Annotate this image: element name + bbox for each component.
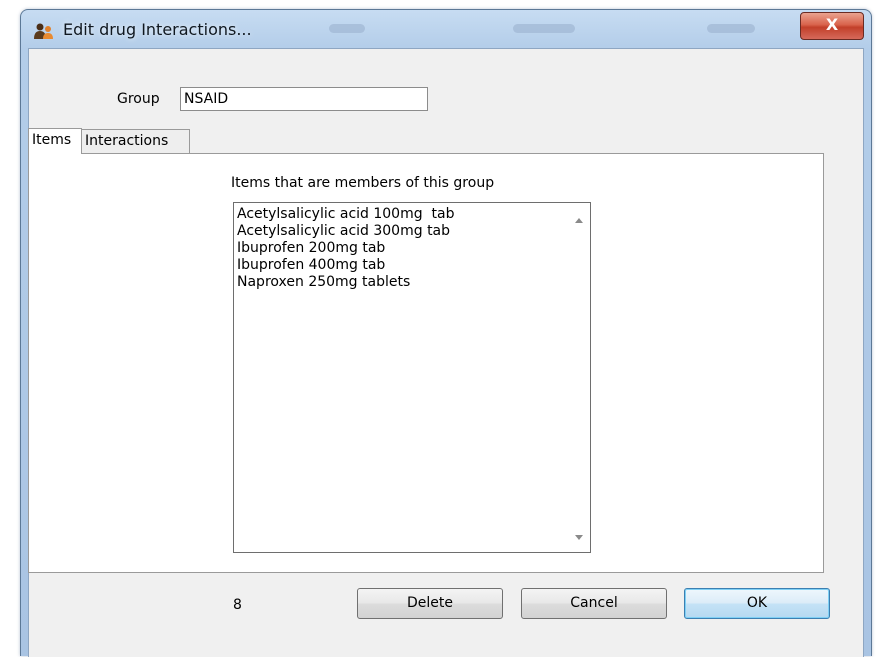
people-icon: [34, 23, 53, 39]
items-list: Acetylsalicylic acid 100mg tab Acetylsal…: [237, 206, 454, 291]
window-title: Edit drug Interactions...: [63, 20, 252, 39]
list-item[interactable]: Acetylsalicylic acid 300mg tab: [237, 223, 454, 240]
title-bar[interactable]: Edit drug Interactions... X: [21, 10, 871, 48]
list-item[interactable]: Ibuprofen 400mg tab: [237, 257, 454, 274]
ok-button[interactable]: OK: [684, 588, 830, 619]
blurred-background-text: [707, 24, 755, 33]
group-field[interactable]: [180, 87, 428, 111]
tab-interactions[interactable]: Interactions: [81, 129, 190, 153]
items-listbox[interactable]: Acetylsalicylic acid 100mg tab Acetylsal…: [233, 202, 591, 553]
items-tab-panel: Items that are members of this group Ace…: [28, 153, 824, 573]
close-button[interactable]: X: [800, 12, 864, 40]
items-list-caption: Items that are members of this group: [231, 175, 495, 191]
scroll-down-arrow-icon[interactable]: [575, 535, 583, 540]
tab-items[interactable]: Items: [28, 128, 82, 154]
delete-button[interactable]: Delete: [357, 588, 503, 619]
cancel-button[interactable]: Cancel: [521, 588, 667, 619]
dialog-client-area: Group Items Interactions Items that are …: [28, 48, 864, 657]
item-count: 8: [233, 597, 242, 613]
dialog-window: Edit drug Interactions... X Group Items …: [20, 9, 872, 657]
list-item[interactable]: Ibuprofen 200mg tab: [237, 240, 454, 257]
blurred-background-text: [329, 24, 365, 33]
blurred-background-text: [513, 24, 575, 33]
scroll-up-arrow-icon[interactable]: [575, 218, 583, 223]
list-item[interactable]: Acetylsalicylic acid 100mg tab: [237, 206, 454, 223]
group-label: Group: [117, 91, 160, 107]
list-item[interactable]: Naproxen 250mg tablets: [237, 274, 454, 291]
